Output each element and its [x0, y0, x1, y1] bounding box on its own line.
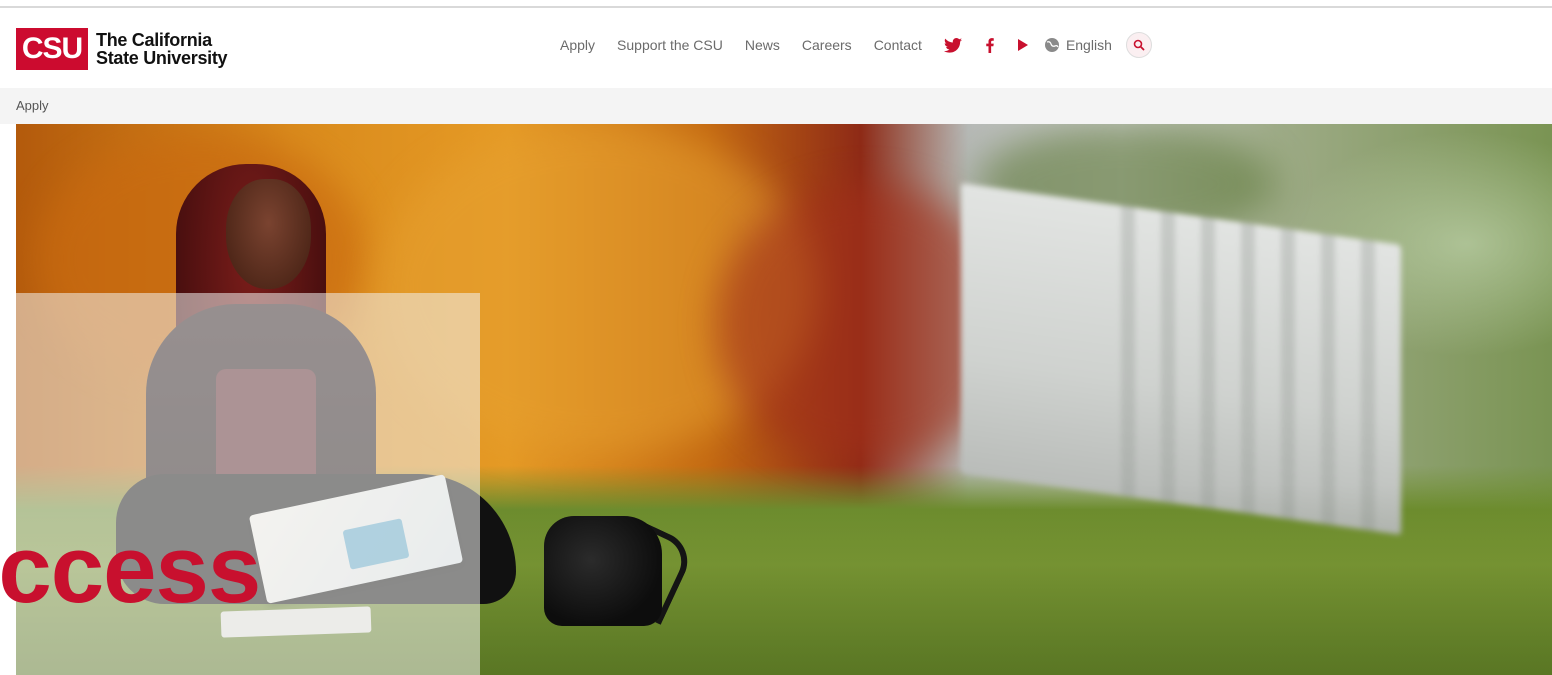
nav-news[interactable]: News — [745, 37, 780, 53]
social-links — [943, 37, 1028, 53]
search-button[interactable] — [1125, 32, 1152, 58]
logo-line-1: The California — [96, 30, 212, 50]
twitter-icon[interactable] — [943, 37, 962, 53]
language-selector[interactable]: English — [1044, 37, 1112, 53]
nav-careers[interactable]: Careers — [802, 37, 852, 53]
globe-icon — [1044, 38, 1059, 52]
hero-heading: Access — [0, 516, 261, 623]
csu-logo-link[interactable]: CSU The California State University — [16, 28, 228, 70]
logo-line-2: State University — [96, 48, 228, 68]
building-column — [1321, 233, 1335, 526]
black-bag — [544, 516, 662, 626]
facebook-icon[interactable] — [986, 37, 994, 53]
site-header: CSU The California State University Appl… — [0, 8, 1552, 88]
top-nav: Apply Support the CSU News Careers Conta… — [560, 30, 1152, 60]
student-face — [226, 179, 311, 289]
building-column — [1121, 205, 1135, 498]
nav-contact[interactable]: Contact — [874, 37, 922, 53]
building-column — [1161, 211, 1175, 504]
csu-logo-mark: CSU — [16, 28, 88, 70]
nav-apply[interactable]: Apply — [560, 37, 595, 53]
nav-support-the-csu[interactable]: Support the CSU — [617, 37, 723, 53]
building-column — [1201, 216, 1215, 509]
language-label: English — [1065, 37, 1112, 53]
page: CSU The California State University Appl… — [0, 0, 1552, 675]
breadcrumb-item-apply[interactable]: Apply — [16, 98, 49, 113]
youtube-icon[interactable] — [1017, 39, 1028, 51]
building-column — [1281, 228, 1295, 521]
logo-wordmark: The California State University — [96, 30, 228, 68]
breadcrumb: Apply — [0, 88, 1552, 124]
building-column — [1241, 222, 1255, 515]
search-icon — [1133, 39, 1145, 51]
campus-building — [961, 183, 1401, 535]
